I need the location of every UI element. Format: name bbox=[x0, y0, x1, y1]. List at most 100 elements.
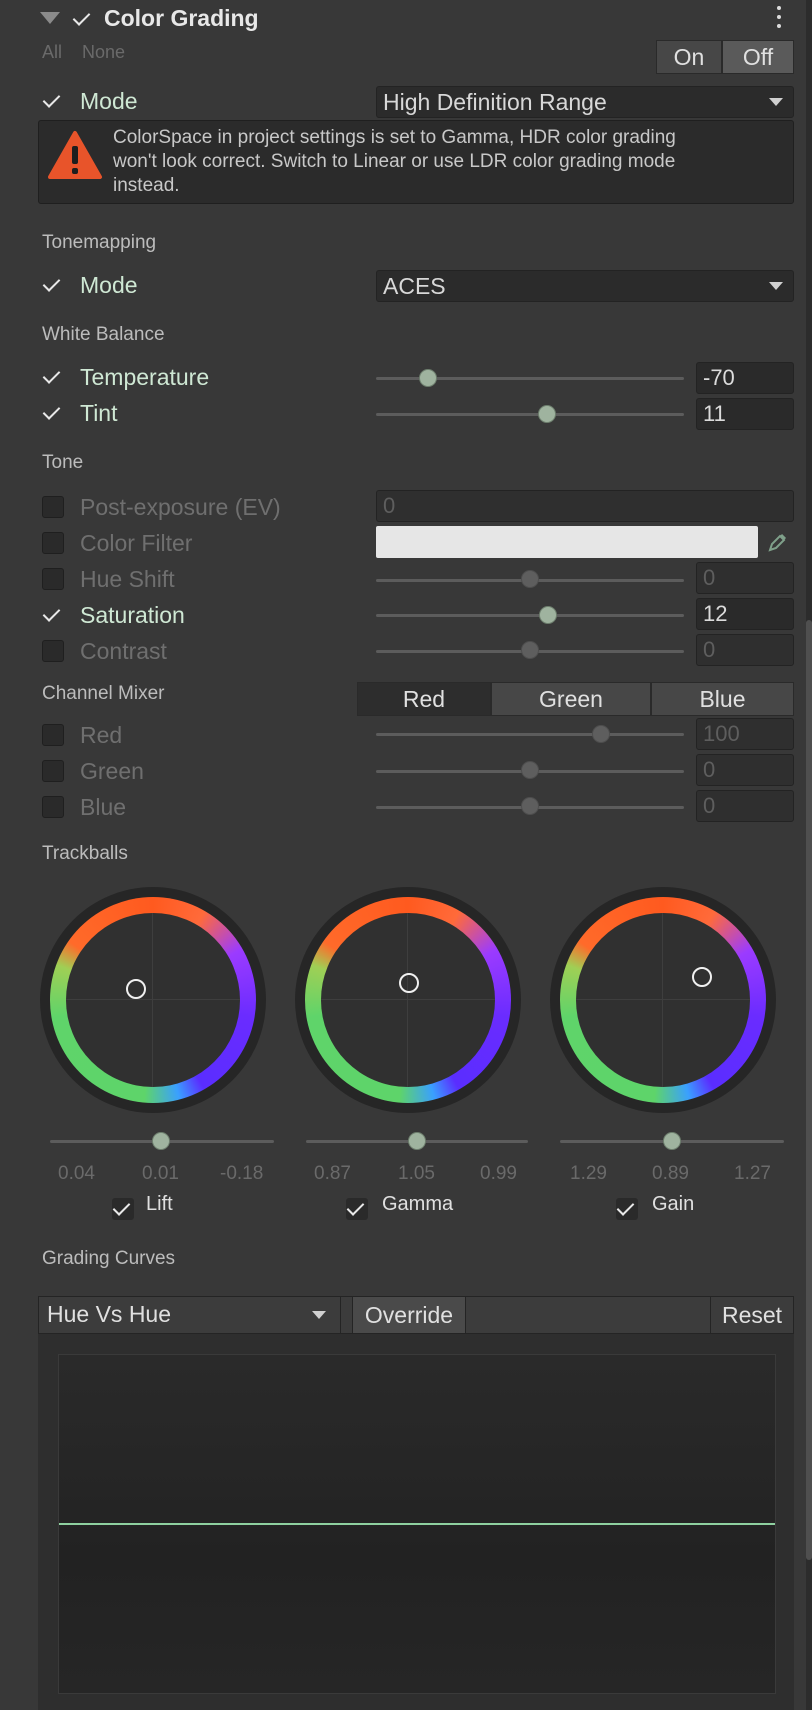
on-button[interactable]: On bbox=[656, 40, 722, 74]
temperature-label: Temperature bbox=[80, 364, 210, 390]
tint-checkbox[interactable] bbox=[42, 402, 64, 424]
lift-label: Lift bbox=[146, 1193, 173, 1215]
off-button[interactable]: Off bbox=[722, 40, 794, 74]
curve-select-dropdown[interactable]: Hue Vs Hue bbox=[39, 1297, 341, 1333]
temperature-checkbox[interactable] bbox=[42, 366, 64, 388]
tonemapping-mode-checkbox[interactable] bbox=[42, 274, 64, 296]
all-link[interactable]: All bbox=[42, 42, 62, 63]
tint-field[interactable]: 11 bbox=[696, 398, 794, 430]
component-title: Color Grading bbox=[104, 5, 259, 31]
gamma-value-g: 1.05 bbox=[398, 1163, 435, 1184]
mode-label: Mode bbox=[80, 88, 138, 114]
gain-slider-knob[interactable] bbox=[663, 1132, 681, 1150]
mixer-blue-label: Blue bbox=[80, 794, 127, 820]
scrollbar-thumb[interactable] bbox=[806, 620, 812, 1560]
tonemapping-header: Tonemapping bbox=[42, 232, 157, 253]
gain-handle[interactable] bbox=[692, 967, 712, 987]
kebab-menu-icon[interactable] bbox=[776, 6, 782, 30]
reset-button[interactable]: Reset bbox=[710, 1297, 793, 1333]
temperature-field[interactable]: -70 bbox=[696, 362, 794, 394]
gain-trackball[interactable] bbox=[550, 887, 776, 1113]
tonemapping-mode-label: Mode bbox=[80, 272, 138, 298]
color-filter-checkbox[interactable] bbox=[42, 532, 64, 554]
override-button[interactable]: Override bbox=[352, 1297, 466, 1333]
gamma-handle[interactable] bbox=[399, 973, 419, 993]
post-exposure-field[interactable]: 0 bbox=[376, 490, 794, 522]
dropdown-arrow-icon bbox=[769, 98, 783, 106]
gain-value-g: 0.89 bbox=[652, 1163, 689, 1184]
saturation-label: Saturation bbox=[80, 602, 185, 628]
mixer-green-slider-knob[interactable] bbox=[521, 761, 539, 779]
crosshair-h bbox=[66, 999, 240, 1000]
gamma-checkbox[interactable] bbox=[346, 1198, 368, 1220]
gain-wheel-center bbox=[576, 913, 750, 1087]
warning-text-1: ColorSpace in project settings is set to… bbox=[113, 127, 676, 148]
color-filter-label: Color Filter bbox=[80, 530, 193, 556]
tint-slider-track[interactable] bbox=[376, 413, 684, 416]
mixer-blue-field[interactable]: 0 bbox=[696, 790, 794, 822]
mixer-blue-slider-knob[interactable] bbox=[521, 797, 539, 815]
hue-shift-checkbox[interactable] bbox=[42, 568, 64, 590]
none-link[interactable]: None bbox=[82, 42, 125, 63]
mixer-green-field[interactable]: 0 bbox=[696, 754, 794, 786]
saturation-checkbox[interactable] bbox=[42, 604, 64, 626]
lift-slider-knob[interactable] bbox=[152, 1132, 170, 1150]
curve-line[interactable] bbox=[59, 1523, 775, 1525]
lift-trackball[interactable] bbox=[40, 887, 266, 1113]
mixer-blue-checkbox[interactable] bbox=[42, 796, 64, 818]
channel-tab-green[interactable]: Green bbox=[491, 682, 651, 716]
lift-handle[interactable] bbox=[126, 979, 146, 999]
component-enabled-checkbox[interactable] bbox=[72, 8, 94, 30]
post-exposure-label: Post-exposure (EV) bbox=[80, 494, 281, 520]
crosshair-v bbox=[152, 913, 153, 1087]
mode-value: High Definition Range bbox=[383, 89, 607, 115]
hue-shift-label: Hue Shift bbox=[80, 566, 175, 592]
eyedropper-icon[interactable] bbox=[766, 530, 790, 554]
gain-value-b: 1.27 bbox=[734, 1163, 771, 1184]
lift-checkbox[interactable] bbox=[112, 1198, 134, 1220]
gamma-slider-knob[interactable] bbox=[408, 1132, 426, 1150]
saturation-slider-track[interactable] bbox=[376, 614, 684, 617]
gamma-label: Gamma bbox=[382, 1193, 454, 1215]
tint-slider-knob[interactable] bbox=[538, 405, 556, 423]
mixer-red-field[interactable]: 100 bbox=[696, 718, 794, 750]
crosshair-v bbox=[407, 913, 408, 1087]
temperature-slider-knob[interactable] bbox=[419, 369, 437, 387]
lift-value-r: 0.04 bbox=[58, 1163, 95, 1184]
dropdown-arrow-icon bbox=[769, 282, 783, 290]
hue-shift-slider-knob[interactable] bbox=[521, 570, 539, 588]
contrast-slider-knob[interactable] bbox=[521, 641, 539, 659]
color-filter-swatch[interactable] bbox=[376, 526, 758, 558]
hue-shift-field[interactable]: 0 bbox=[696, 562, 794, 594]
curve-graph-area[interactable] bbox=[58, 1354, 776, 1694]
mixer-red-slider-knob[interactable] bbox=[592, 725, 610, 743]
contrast-label: Contrast bbox=[80, 638, 167, 664]
mixer-red-checkbox[interactable] bbox=[42, 724, 64, 746]
mixer-green-checkbox[interactable] bbox=[42, 760, 64, 782]
crosshair-h bbox=[321, 999, 495, 1000]
gain-label: Gain bbox=[652, 1193, 695, 1215]
warning-text-3: instead. bbox=[113, 175, 180, 196]
mode-override-checkbox[interactable] bbox=[42, 90, 64, 112]
lift-value-b: -0.18 bbox=[220, 1163, 264, 1184]
foldout-arrow-icon[interactable] bbox=[40, 12, 60, 24]
curve-editor[interactable] bbox=[38, 1334, 794, 1710]
tonemapping-mode-dropdown[interactable]: ACES bbox=[376, 270, 794, 302]
gamma-value-b: 0.99 bbox=[480, 1163, 517, 1184]
tonemapping-mode-value: ACES bbox=[383, 273, 446, 299]
contrast-checkbox[interactable] bbox=[42, 640, 64, 662]
mixer-red-slider-track[interactable] bbox=[376, 733, 684, 736]
saturation-field[interactable]: 12 bbox=[696, 598, 794, 630]
post-exposure-checkbox[interactable] bbox=[42, 496, 64, 518]
lift-wheel-center bbox=[66, 913, 240, 1087]
channel-tab-red[interactable]: Red bbox=[357, 682, 491, 716]
contrast-field[interactable]: 0 bbox=[696, 634, 794, 666]
gamma-trackball[interactable] bbox=[295, 887, 521, 1113]
curve-select-value: Hue Vs Hue bbox=[47, 1301, 172, 1327]
saturation-slider-knob[interactable] bbox=[539, 606, 557, 624]
mode-dropdown[interactable]: High Definition Range bbox=[376, 86, 794, 118]
channel-tab-blue[interactable]: Blue bbox=[651, 682, 794, 716]
white-balance-header: White Balance bbox=[42, 324, 165, 345]
gamma-value-r: 0.87 bbox=[314, 1163, 351, 1184]
gain-checkbox[interactable] bbox=[616, 1198, 638, 1220]
